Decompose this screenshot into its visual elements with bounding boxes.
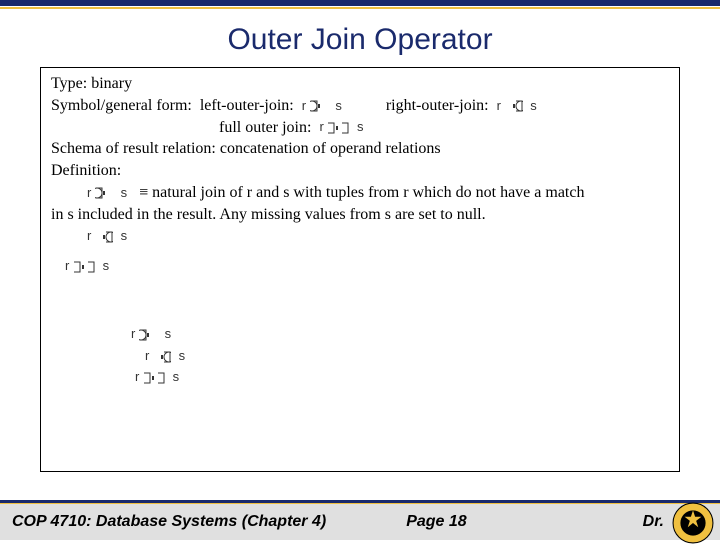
sym-r: r	[135, 369, 139, 384]
sym-s: s	[357, 119, 364, 134]
form-row: Symbol/general form: left-outer-join: r …	[51, 96, 669, 117]
sym-s: s	[103, 258, 110, 273]
full-join-icon	[73, 261, 95, 273]
sym-s: s	[173, 369, 180, 384]
sym-s: s	[179, 348, 186, 363]
footer-page: Page 18	[326, 513, 466, 531]
right-label: right-outer-join:	[386, 97, 489, 114]
full-outer-join-symbol: r s	[319, 119, 363, 136]
top-bar	[0, 0, 720, 6]
full-label: full outer join:	[219, 119, 311, 136]
float-left-join: r s	[131, 324, 669, 344]
equiv: ≡	[139, 184, 148, 201]
sym-r: r	[319, 119, 323, 134]
left-label: left-outer-join:	[200, 97, 294, 114]
content-box: Type: binary Symbol/general form: left-o…	[40, 67, 680, 472]
type-label: Type:	[51, 75, 87, 92]
floating-symbols: r s r s r s	[51, 324, 669, 387]
def-left-join-symbol: r s	[87, 185, 127, 202]
type-value: binary	[91, 75, 132, 92]
right-join-icon	[95, 231, 113, 243]
form-label: Symbol/general form:	[51, 97, 192, 114]
right-join-icon	[505, 100, 523, 112]
right-join-symbol-2: r s	[87, 228, 127, 245]
left-outer-join-symbol: r s	[302, 98, 342, 115]
left-join-icon	[139, 329, 157, 341]
definition-row-1: r s ≡ natural join of r and s with tuple…	[51, 183, 669, 204]
sym-r: r	[131, 326, 135, 341]
right-join-icon	[153, 351, 171, 363]
left-join-icon	[310, 100, 328, 112]
float-right-join: r s	[131, 346, 669, 366]
def-text-1: natural join of r and s with tuples from…	[152, 184, 584, 201]
extra-row-1: r s	[51, 227, 669, 248]
full-join-icon	[143, 372, 165, 384]
type-row: Type: binary	[51, 74, 669, 95]
definition-row-2: in s included in the result. Any missing…	[51, 205, 669, 226]
left-join-icon	[95, 187, 113, 199]
sym-s: s	[335, 98, 342, 113]
full-join-icon	[327, 122, 349, 134]
float-full-join: r s	[131, 367, 669, 387]
sym-r: r	[87, 185, 91, 200]
slide-title: Outer Join Operator	[0, 9, 720, 67]
extra-row-2: r s	[51, 256, 669, 277]
ucf-logo-icon	[672, 502, 714, 544]
full-row: full outer join: r s	[51, 118, 669, 139]
footer-accent-bar	[0, 503, 720, 504]
footer-course: COP 4710: Database Systems (Chapter 4)	[0, 513, 326, 531]
sym-r: r	[302, 98, 306, 113]
sym-r: r	[65, 258, 69, 273]
sym-s: s	[165, 326, 172, 341]
schema-row: Schema of result relation: concatenation…	[51, 139, 669, 160]
sym-s: s	[121, 185, 128, 200]
full-join-symbol-2: r s	[65, 258, 109, 275]
right-outer-join-symbol: r s	[497, 98, 537, 115]
sym-r: r	[145, 348, 149, 363]
footer: COP 4710: Database Systems (Chapter 4) P…	[0, 500, 720, 540]
sym-r: r	[87, 228, 91, 243]
sym-s: s	[530, 98, 537, 113]
definition-label: Definition:	[51, 161, 669, 182]
sym-s: s	[121, 228, 128, 243]
sym-r: r	[497, 98, 501, 113]
footer-body: COP 4710: Database Systems (Chapter 4) P…	[0, 500, 720, 540]
